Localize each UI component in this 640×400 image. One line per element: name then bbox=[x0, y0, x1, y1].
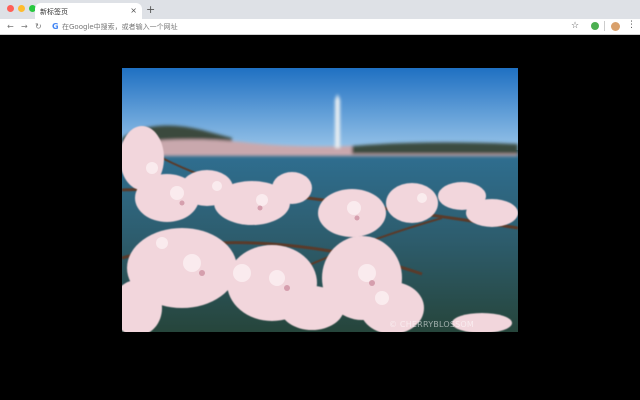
address-bar[interactable]: G 在Google中搜索，或者输入一个网址 bbox=[48, 21, 628, 33]
browser-chrome: 新标签页 × + ← → ↻ G 在Google中搜索，或者输入一个网址 ☆ ⋮ bbox=[0, 0, 640, 35]
reload-icon[interactable]: ↻ bbox=[35, 22, 42, 31]
minimize-window-button[interactable] bbox=[18, 5, 25, 12]
google-icon: G bbox=[52, 22, 59, 31]
profile-avatar[interactable] bbox=[611, 22, 620, 31]
forward-icon[interactable]: → bbox=[21, 22, 28, 31]
tab-title: 新标签页 bbox=[40, 8, 68, 16]
address-bar-placeholder: 在Google中搜索，或者输入一个网址 bbox=[62, 23, 178, 31]
toolbar: ← → ↻ G 在Google中搜索，或者输入一个网址 bbox=[0, 19, 640, 35]
tab-close-icon[interactable]: × bbox=[130, 6, 137, 15]
new-tab-button[interactable]: + bbox=[146, 4, 155, 15]
window-controls bbox=[7, 5, 36, 12]
menu-icon[interactable]: ⋮ bbox=[627, 20, 636, 30]
background-photo: © CHERRYBLOSSOM bbox=[122, 68, 518, 332]
tab-new-tab[interactable]: 新标签页 × bbox=[35, 3, 142, 19]
tab-strip: 新标签页 × + bbox=[0, 0, 640, 19]
back-icon[interactable]: ← bbox=[7, 22, 14, 31]
toolbar-divider bbox=[604, 21, 605, 31]
close-window-button[interactable] bbox=[7, 5, 14, 12]
cherry-blossom-photo bbox=[122, 68, 518, 332]
extension-icon[interactable] bbox=[591, 22, 599, 30]
photo-credit: © CHERRYBLOSSOM bbox=[388, 320, 474, 329]
bookmark-star-icon[interactable]: ☆ bbox=[571, 21, 579, 31]
